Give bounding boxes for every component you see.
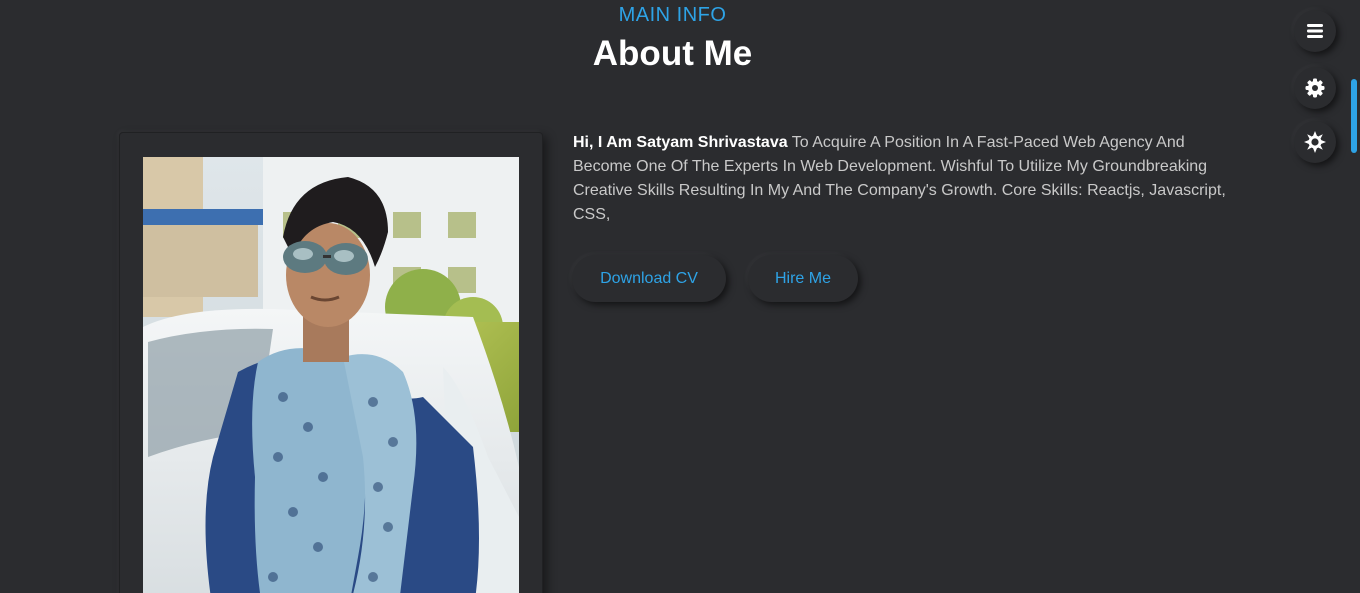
section-eyebrow: MAIN INFO: [618, 4, 727, 26]
about-page: MAIN INFO About Me Hi, I Am Satyam Shriv…: [0, 0, 1360, 593]
theme-toggle-button[interactable]: [1294, 121, 1336, 163]
download-cv-button[interactable]: Download CV: [572, 255, 726, 302]
scrollbar[interactable]: [1349, 65, 1360, 593]
profile-photo-frame: [119, 132, 543, 593]
profile-photo: [143, 157, 519, 593]
bio-paragraph: Hi, I Am Satyam Shrivastava To Acquire A…: [573, 131, 1233, 227]
hire-me-button[interactable]: Hire Me: [748, 255, 858, 302]
menu-icon: [1307, 24, 1323, 38]
bio-name: Hi, I Am Satyam Shrivastava: [573, 134, 788, 151]
scrollbar-thumb[interactable]: [1351, 79, 1357, 153]
sun-icon: [1304, 131, 1326, 153]
page-title: About Me: [592, 34, 753, 73]
settings-button[interactable]: [1294, 67, 1336, 109]
gear-icon: [1305, 78, 1325, 98]
menu-button[interactable]: [1294, 10, 1336, 52]
